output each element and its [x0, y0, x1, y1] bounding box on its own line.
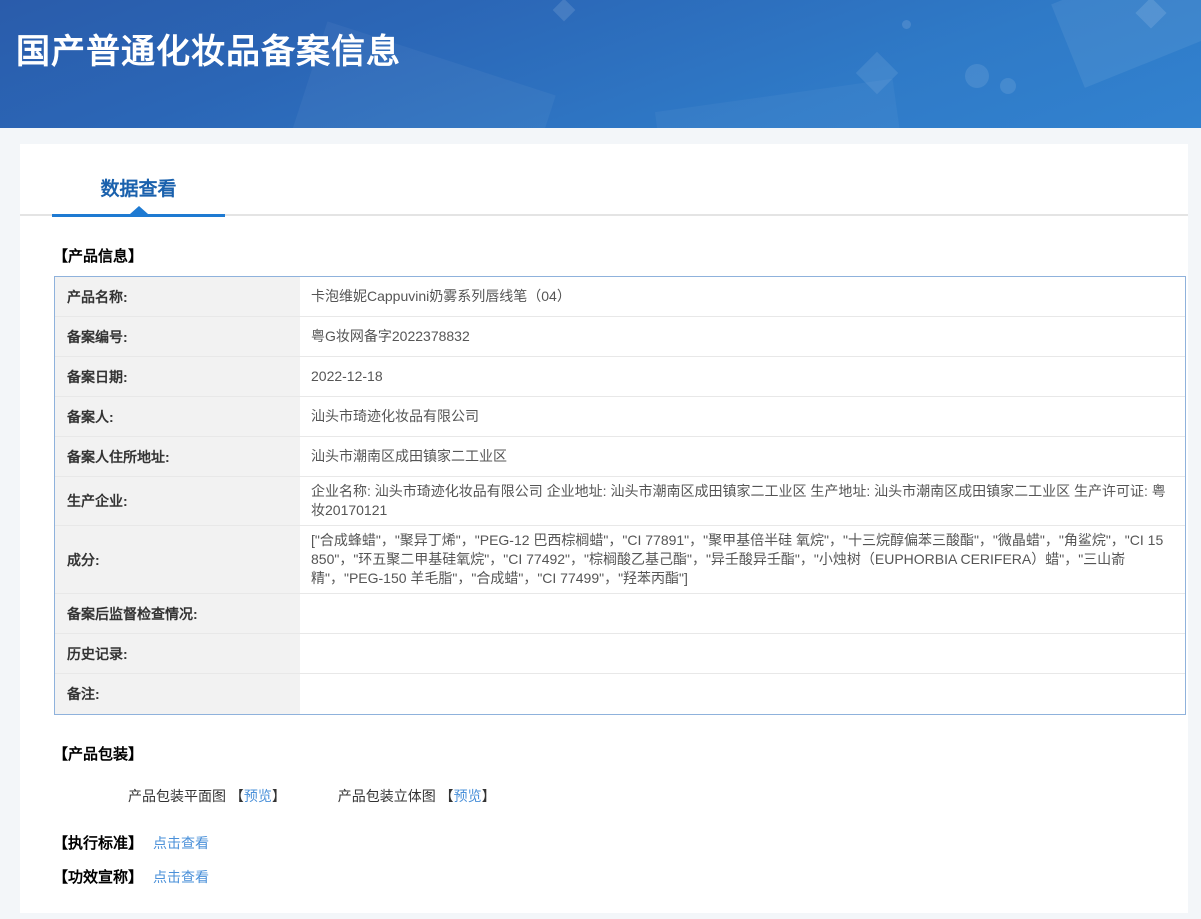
content-card: 数据查看 【产品信息】 产品名称: 卡泡维妮Cappuvini奶雾系列唇线笔（0… — [20, 144, 1188, 913]
packaging-flat-label: 产品包装平面图 — [128, 788, 226, 804]
packaging-flat-group: 产品包装平面图 【预览】 — [128, 788, 286, 804]
row-value: 卡泡维妮Cappuvini奶雾系列唇线笔（04） — [300, 277, 1185, 316]
table-row: 产品名称: 卡泡维妮Cappuvini奶雾系列唇线笔（04） — [55, 277, 1185, 317]
row-label: 生产企业: — [55, 477, 300, 525]
row-label: 备案后监督检查情况: — [55, 594, 300, 633]
page-header: 国产普通化妆品备案信息 — [0, 0, 1201, 128]
table-row: 备案人: 汕头市琦迹化妆品有限公司 — [55, 397, 1185, 437]
section-title-product-info: 【产品信息】 — [53, 245, 1188, 266]
packaging-stereo-preview-link[interactable]: 预览 — [454, 788, 482, 804]
bracket-close: 】 — [482, 788, 496, 804]
row-value: 企业名称: 汕头市琦迹化妆品有限公司 企业地址: 汕头市潮南区成田镇家二工业区 … — [300, 477, 1185, 525]
decorative-shape — [655, 79, 905, 128]
packaging-flat-preview-link[interactable]: 预览 — [244, 788, 272, 804]
tab-bar: 数据查看 — [20, 174, 1188, 217]
row-label: 成分: — [55, 526, 300, 593]
page-title: 国产普通化妆品备案信息 — [16, 24, 401, 73]
row-value: 粤G妆网备字2022378832 — [300, 317, 1185, 356]
row-label: 备案人: — [55, 397, 300, 436]
row-value: 汕头市琦迹化妆品有限公司 — [300, 397, 1185, 436]
table-row: 备案人住所地址: 汕头市潮南区成田镇家二工业区 — [55, 437, 1185, 477]
packaging-preview-row: 产品包装平面图 【预览】 产品包装立体图 【预览】 — [128, 786, 1188, 806]
table-row: 备注: — [55, 674, 1185, 714]
table-row: 生产企业: 企业名称: 汕头市琦迹化妆品有限公司 企业地址: 汕头市潮南区成田镇… — [55, 477, 1185, 526]
product-info-table: 产品名称: 卡泡维妮Cappuvini奶雾系列唇线笔（04） 备案编号: 粤G妆… — [54, 276, 1186, 715]
decorative-shape — [553, 0, 576, 21]
bracket-close: 】 — [272, 788, 286, 804]
row-label: 备注: — [55, 674, 300, 714]
table-row: 备案日期: 2022-12-18 — [55, 357, 1185, 397]
row-label: 备案编号: — [55, 317, 300, 356]
decorative-shape — [902, 20, 911, 29]
decorative-shape — [1051, 0, 1201, 88]
standard-row: 【执行标准】点击查看 — [53, 832, 1188, 853]
tab-underline — [20, 214, 1188, 217]
section-title-efficacy: 【功效宣称】 — [53, 869, 143, 886]
active-tab-arrow-icon — [130, 206, 148, 214]
decorative-shape — [965, 64, 989, 88]
standard-click-view-link[interactable]: 点击查看 — [153, 835, 209, 851]
efficacy-click-view-link[interactable]: 点击查看 — [153, 869, 209, 885]
active-tab-indicator — [52, 214, 225, 217]
row-value — [300, 634, 1185, 673]
section-title-packaging: 【产品包装】 — [53, 743, 1188, 764]
table-row: 历史记录: — [55, 634, 1185, 674]
row-label: 历史记录: — [55, 634, 300, 673]
row-label: 备案日期: — [55, 357, 300, 396]
row-label: 产品名称: — [55, 277, 300, 316]
table-row: 备案编号: 粤G妆网备字2022378832 — [55, 317, 1185, 357]
packaging-stereo-label: 产品包装立体图 — [338, 788, 436, 804]
decorative-shape — [1000, 78, 1016, 94]
efficacy-row: 【功效宣称】点击查看 — [53, 866, 1188, 887]
tab-data-view[interactable]: 数据查看 — [52, 174, 225, 201]
table-row: 备案后监督检查情况: — [55, 594, 1185, 634]
row-value — [300, 674, 1185, 714]
packaging-stereo-group: 产品包装立体图 【预览】 — [338, 788, 496, 804]
table-row: 成分: ["合成蜂蜡"，"聚异丁烯"，"PEG-12 巴西棕榈蜡"，"CI 77… — [55, 526, 1185, 594]
row-label: 备案人住所地址: — [55, 437, 300, 476]
row-value: 2022-12-18 — [300, 357, 1185, 396]
row-value — [300, 594, 1185, 633]
bracket-open: 【 — [440, 788, 454, 804]
bracket-open: 【 — [230, 788, 244, 804]
row-value: ["合成蜂蜡"，"聚异丁烯"，"PEG-12 巴西棕榈蜡"，"CI 77891"… — [300, 526, 1185, 593]
row-value: 汕头市潮南区成田镇家二工业区 — [300, 437, 1185, 476]
